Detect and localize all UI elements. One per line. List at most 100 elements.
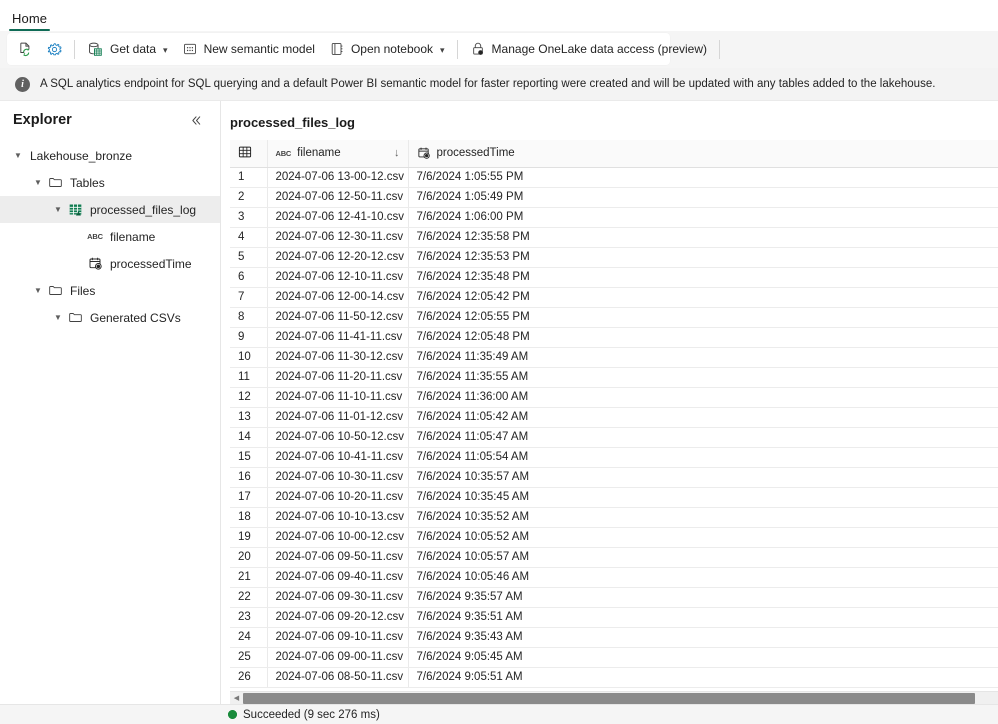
table-row[interactable]: 17 2024-07-06 10-20-11.csv 7/6/2024 10:35:… [230, 487, 998, 508]
cell-filename[interactable]: 2024-07-06 11-20-11.csv [267, 367, 409, 388]
column-header-processedtime[interactable]: processedTime [408, 140, 998, 168]
collapse-explorer-button[interactable] [185, 109, 207, 131]
tree-item-files[interactable]: ▼ Files [0, 277, 220, 304]
table-row[interactable]: 5 2024-07-06 12-20-12.csv 7/6/2024 12:35:5… [230, 247, 998, 268]
cell-processedtime[interactable]: 7/6/2024 11:36:00 AM [408, 387, 583, 408]
table-row[interactable]: 18 2024-07-06 10-10-13.csv 7/6/2024 10:35:… [230, 507, 998, 528]
tree-item-lakehouse-bronze[interactable]: ▼ Lakehouse_bronze [0, 142, 220, 169]
table-row[interactable]: 22 2024-07-06 09-30-11.csv 7/6/2024 9:35:5… [230, 587, 998, 608]
chevron-down-icon[interactable]: ▼ [50, 310, 66, 326]
cell-processedtime[interactable]: 7/6/2024 11:05:42 AM [408, 407, 583, 428]
table-row[interactable]: 16 2024-07-06 10-30-11.csv 7/6/2024 10:35:… [230, 467, 998, 488]
cell-filename[interactable]: 2024-07-06 08-50-11.csv [267, 667, 409, 688]
table-row[interactable]: 21 2024-07-06 09-40-11.csv 7/6/2024 10:05:… [230, 567, 998, 588]
cell-processedtime[interactable]: 7/6/2024 9:35:51 AM [408, 607, 583, 628]
cell-processedtime[interactable]: 7/6/2024 12:05:48 PM [408, 327, 583, 348]
cell-filename[interactable]: 2024-07-06 11-50-12.csv [267, 307, 409, 328]
cell-processedtime[interactable]: 7/6/2024 9:35:43 AM [408, 627, 583, 648]
cell-processedtime[interactable]: 7/6/2024 9:05:45 AM [408, 647, 583, 668]
cell-processedtime[interactable]: 7/6/2024 10:05:46 AM [408, 567, 583, 588]
get-data-button[interactable]: Get data ▾ [80, 36, 175, 62]
cell-processedtime[interactable]: 7/6/2024 12:05:42 PM [408, 287, 583, 308]
horizontal-scrollbar[interactable]: ◀ [230, 691, 998, 704]
sort-descending-icon[interactable]: ↓ [394, 147, 400, 159]
cell-filename[interactable]: 2024-07-06 09-30-11.csv [267, 587, 409, 608]
cell-processedtime[interactable]: 7/6/2024 11:35:49 AM [408, 347, 583, 368]
table-row[interactable]: 26 2024-07-06 08-50-11.csv 7/6/2024 9:05:5… [230, 667, 998, 688]
cell-filename[interactable]: 2024-07-06 10-41-11.csv [267, 447, 409, 468]
table-row[interactable]: 9 2024-07-06 11-41-11.csv 7/6/2024 12:05:4… [230, 327, 998, 348]
cell-processedtime[interactable]: 7/6/2024 1:05:55 PM [408, 167, 583, 188]
cell-processedtime[interactable]: 7/6/2024 12:05:55 PM [408, 307, 583, 328]
tree-item-processed-files-log[interactable]: ▼ processed_files_log [0, 196, 220, 223]
cell-filename[interactable]: 2024-07-06 10-00-12.csv [267, 527, 409, 548]
open-notebook-button[interactable]: Open notebook ▾ [322, 36, 452, 62]
cell-filename[interactable]: 2024-07-06 12-50-11.csv [267, 187, 409, 208]
cell-processedtime[interactable]: 7/6/2024 12:35:53 PM [408, 247, 583, 268]
table-row[interactable]: 10 2024-07-06 11-30-12.csv 7/6/2024 11:35:… [230, 347, 998, 368]
cell-filename[interactable]: 2024-07-06 09-50-11.csv [267, 547, 409, 568]
cell-processedtime[interactable]: 7/6/2024 11:05:54 AM [408, 447, 583, 468]
cell-filename[interactable]: 2024-07-06 12-41-10.csv [267, 207, 409, 228]
settings-button[interactable] [40, 36, 69, 62]
cell-filename[interactable]: 2024-07-06 11-01-12.csv [267, 407, 409, 428]
cell-filename[interactable]: 2024-07-06 10-20-11.csv [267, 487, 409, 508]
cell-filename[interactable]: 2024-07-06 09-00-11.csv [267, 647, 409, 668]
cell-processedtime[interactable]: 7/6/2024 10:05:57 AM [408, 547, 583, 568]
table-row[interactable]: 11 2024-07-06 11-20-11.csv 7/6/2024 11:35:… [230, 367, 998, 388]
table-row[interactable]: 7 2024-07-06 12-00-14.csv 7/6/2024 12:05:4… [230, 287, 998, 308]
cell-filename[interactable]: 2024-07-06 09-10-11.csv [267, 627, 409, 648]
scrollbar-thumb[interactable] [243, 692, 976, 704]
cell-processedtime[interactable]: 7/6/2024 10:05:52 AM [408, 527, 583, 548]
tree-item-generated-csvs[interactable]: ▼ Generated CSVs [0, 304, 220, 331]
cell-filename[interactable]: 2024-07-06 11-30-12.csv [267, 347, 409, 368]
table-row[interactable]: 15 2024-07-06 10-41-11.csv 7/6/2024 11:05:… [230, 447, 998, 468]
table-row[interactable]: 14 2024-07-06 10-50-12.csv 7/6/2024 11:05:… [230, 427, 998, 448]
cell-filename[interactable]: 2024-07-06 11-41-11.csv [267, 327, 409, 348]
column-header-rownum[interactable] [230, 140, 268, 168]
cell-filename[interactable]: 2024-07-06 09-20-12.csv [267, 607, 409, 628]
cell-filename[interactable]: 2024-07-06 12-10-11.csv [267, 267, 409, 288]
table-row[interactable]: 3 2024-07-06 12-41-10.csv 7/6/2024 1:06:00… [230, 207, 998, 228]
table-row[interactable]: 4 2024-07-06 12-30-11.csv 7/6/2024 12:35:5… [230, 227, 998, 248]
cell-filename[interactable]: 2024-07-06 10-10-13.csv [267, 507, 409, 528]
cell-processedtime[interactable]: 7/6/2024 10:35:57 AM [408, 467, 583, 488]
cell-processedtime[interactable]: 7/6/2024 11:05:47 AM [408, 427, 583, 448]
table-row[interactable]: 1 2024-07-06 13-00-12.csv 7/6/2024 1:05:55… [230, 167, 998, 188]
table-row[interactable]: 23 2024-07-06 09-20-12.csv 7/6/2024 9:35:5… [230, 607, 998, 628]
cell-filename[interactable]: 2024-07-06 10-50-12.csv [267, 427, 409, 448]
cell-filename[interactable]: 2024-07-06 13-00-12.csv [267, 167, 409, 188]
cell-filename[interactable]: 2024-07-06 09-40-11.csv [267, 567, 409, 588]
chevron-down-icon[interactable]: ▼ [50, 202, 66, 218]
scroll-left-icon[interactable]: ◀ [230, 692, 243, 705]
cell-filename[interactable]: 2024-07-06 12-30-11.csv [267, 227, 409, 248]
cell-processedtime[interactable]: 7/6/2024 10:35:45 AM [408, 487, 583, 508]
column-header-filename[interactable]: ABC filename ↓ [267, 140, 409, 168]
chevron-down-icon[interactable]: ▼ [30, 283, 46, 299]
tree-item-column-processedtime[interactable]: processedTime [0, 250, 220, 277]
cell-processedtime[interactable]: 7/6/2024 10:35:52 AM [408, 507, 583, 528]
scrollbar-track[interactable] [243, 692, 998, 705]
tree-item-column-filename[interactable]: ABC filename [0, 223, 220, 250]
cell-filename[interactable]: 2024-07-06 10-30-11.csv [267, 467, 409, 488]
table-row[interactable]: 25 2024-07-06 09-00-11.csv 7/6/2024 9:05:4… [230, 647, 998, 668]
manage-onelake-access-button[interactable]: Manage OneLake data access (preview) [463, 36, 714, 62]
cell-filename[interactable]: 2024-07-06 12-20-12.csv [267, 247, 409, 268]
cell-filename[interactable]: 2024-07-06 11-10-11.csv [267, 387, 409, 408]
cell-processedtime[interactable]: 7/6/2024 9:35:57 AM [408, 587, 583, 608]
table-row[interactable]: 20 2024-07-06 09-50-11.csv 7/6/2024 10:05:… [230, 547, 998, 568]
tab-home[interactable]: Home [9, 8, 51, 31]
tree-item-tables[interactable]: ▼ Tables [0, 169, 220, 196]
table-row[interactable]: 6 2024-07-06 12-10-11.csv 7/6/2024 12:35:4… [230, 267, 998, 288]
cell-processedtime[interactable]: 7/6/2024 12:35:58 PM [408, 227, 583, 248]
cell-processedtime[interactable]: 7/6/2024 1:05:49 PM [408, 187, 583, 208]
table-row[interactable]: 13 2024-07-06 11-01-12.csv 7/6/2024 11:05:… [230, 407, 998, 428]
new-semantic-model-button[interactable]: New semantic model [175, 36, 322, 62]
cell-processedtime[interactable]: 7/6/2024 11:35:55 AM [408, 367, 583, 388]
table-row[interactable]: 24 2024-07-06 09-10-11.csv 7/6/2024 9:35:4… [230, 627, 998, 648]
chevron-down-icon[interactable]: ▼ [30, 175, 46, 191]
cell-processedtime[interactable]: 7/6/2024 12:35:48 PM [408, 267, 583, 288]
refresh-button[interactable] [11, 36, 40, 62]
table-row[interactable]: 19 2024-07-06 10-00-12.csv 7/6/2024 10:05:… [230, 527, 998, 548]
table-row[interactable]: 8 2024-07-06 11-50-12.csv 7/6/2024 12:05:5… [230, 307, 998, 328]
